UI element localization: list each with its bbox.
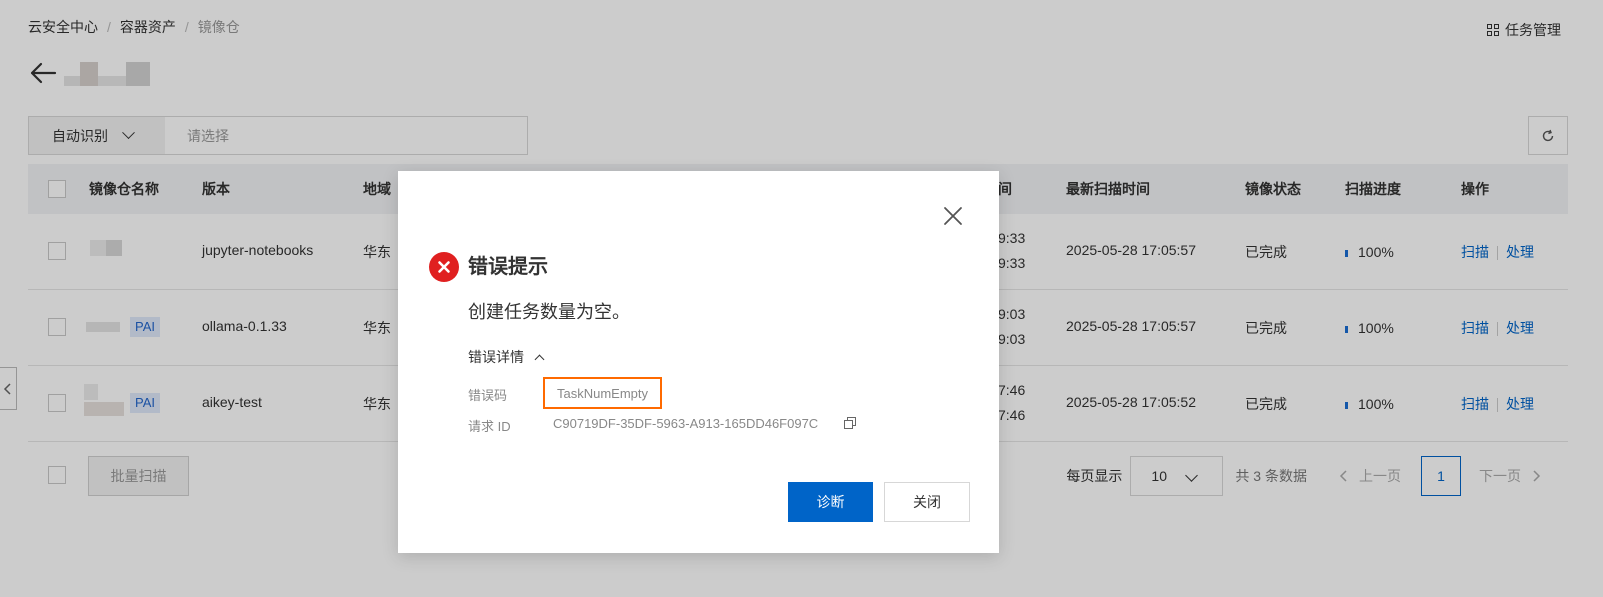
dialog-title: 错误提示 [468,256,548,278]
request-id-label: 请求 ID [468,419,511,434]
copy-icon[interactable] [844,417,856,429]
error-code-value: TaskNumEmpty [543,377,662,409]
dialog-message: 创建任务数量为空。 [468,302,630,322]
diagnose-button[interactable]: 诊断 [788,482,873,522]
error-detail-toggle[interactable]: 错误详情 [468,347,545,367]
error-code-label: 错误码 [468,388,508,403]
error-icon [429,252,459,282]
error-dialog: 错误提示 创建任务数量为空。 错误详情 错误码 TaskNumEmpty 请求 … [398,171,999,553]
chevron-up-icon [534,354,545,364]
request-id-value: C90719DF-35DF-5963-A913-165DD46F097C [553,416,819,431]
close-button[interactable]: 关闭 [884,482,970,522]
error-detail-label: 错误详情 [468,349,524,365]
close-icon[interactable] [942,205,964,227]
